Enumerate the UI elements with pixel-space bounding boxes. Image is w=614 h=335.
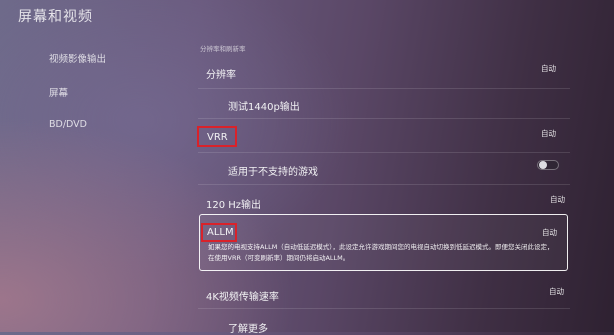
vrr-highlight-box: [197, 126, 237, 147]
toggle-knob: [539, 161, 547, 169]
setting-120hz-value: 自动: [550, 195, 565, 204]
nav-item-bd-dvd[interactable]: BD/DVD: [49, 119, 87, 130]
learn-more-link[interactable]: 了解更多: [198, 312, 568, 335]
setting-4k-transfer-rate[interactable]: 4K视频传输速率 自动: [198, 280, 568, 306]
divider: [198, 118, 570, 119]
setting-vrr[interactable]: VRR 自动: [198, 122, 568, 150]
setting-test-1440p[interactable]: 测试1440p输出: [198, 90, 568, 116]
allm-highlight-box: [201, 223, 237, 242]
divider: [198, 184, 570, 185]
learn-more-label: 了解更多: [228, 324, 268, 335]
nav-item-video-output[interactable]: 视频影像输出: [49, 51, 106, 65]
section-label: 分辨率和刷新率: [200, 45, 246, 53]
allm-description: 如果您的电视支持ALLM（自动低延迟模式），此设定允许游戏期间您的电视自动切换到…: [208, 243, 554, 262]
setting-allm-value: 自动: [542, 228, 557, 237]
page-title: 屏幕和视频: [18, 9, 93, 25]
setting-resolution-label: 分辨率: [206, 70, 236, 81]
setting-resolution-value: 自动: [541, 64, 556, 73]
setting-120hz-output[interactable]: 120 Hz输出 自动: [198, 188, 568, 212]
setting-test-1440p-label: 测试1440p输出: [228, 102, 300, 113]
setting-120hz-label: 120 Hz输出: [206, 200, 262, 211]
setting-vrr-unsupported-games[interactable]: 适用于不支持的游戏: [198, 154, 568, 182]
vrr-unsupported-toggle[interactable]: [537, 160, 559, 170]
setting-vrr-value: 自动: [541, 129, 556, 138]
divider: [198, 152, 570, 153]
nav-item-screen[interactable]: 屏幕: [49, 85, 68, 99]
setting-4k-transfer-label: 4K视频传输速率: [206, 292, 279, 303]
divider: [198, 88, 570, 89]
setting-allm-card[interactable]: ALLM 自动 如果您的电视支持ALLM（自动低延迟模式），此设定允许游戏期间您…: [199, 214, 568, 271]
divider: [198, 308, 570, 309]
setting-vrr-unsupported-label: 适用于不支持的游戏: [228, 167, 318, 178]
setting-resolution[interactable]: 分辨率 自动: [198, 60, 568, 86]
setting-4k-transfer-value: 自动: [549, 287, 564, 296]
